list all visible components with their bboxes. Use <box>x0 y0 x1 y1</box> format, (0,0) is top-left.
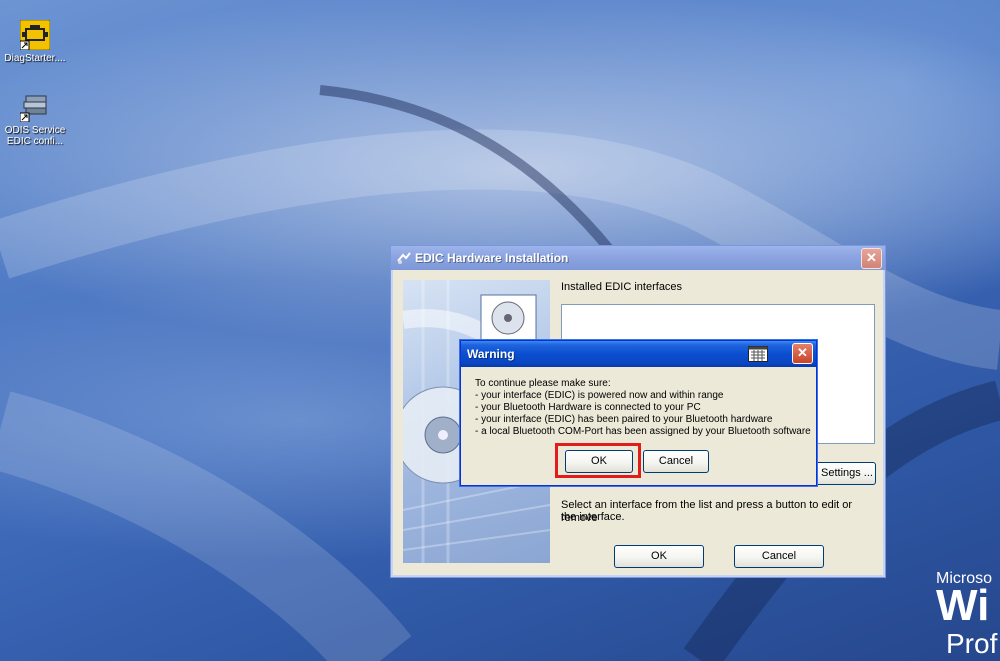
windows-branding-line3: Prof <box>946 628 998 659</box>
main-cancel-button[interactable]: Cancel <box>734 545 824 568</box>
warning-message-line: - a local Bluetooth COM-Port has been as… <box>475 426 811 437</box>
calendar-icon <box>748 346 768 362</box>
warning-message-line: - your interface (EDIC) is powered now a… <box>475 390 724 401</box>
diagstarter-label: DiagStarter.... <box>4 53 66 64</box>
diagstarter-icon <box>19 19 51 51</box>
windows-branding-line2: Wi <box>936 581 990 630</box>
app-icon <box>397 251 411 265</box>
odis-service-label-line1: ODIS Service <box>4 125 66 136</box>
warning-title: Warning <box>467 347 515 361</box>
main-titlebar[interactable]: EDIC Hardware Installation ✕ <box>391 246 885 270</box>
warning-message-line: - your Bluetooth Hardware is connected t… <box>475 402 701 413</box>
desktop-icon-odis-service[interactable]: ODIS Service EDIC confi... <box>0 92 70 147</box>
warning-ok-button[interactable]: OK <box>565 450 633 473</box>
installed-interfaces-label: Installed EDIC interfaces <box>561 281 683 293</box>
desktop-icon-diagstarter[interactable]: DiagStarter.... <box>0 19 70 64</box>
main-title: EDIC Hardware Installation <box>415 251 569 265</box>
warning-message-line: To continue please make sure: <box>475 378 611 389</box>
odis-service-icon <box>19 92 50 123</box>
warning-cancel-button[interactable]: Cancel <box>643 450 709 473</box>
warning-dialog: Warning ✕ To continue please make sure: … <box>460 340 817 486</box>
warning-message: To continue please make sure: - your int… <box>475 378 811 438</box>
main-close-button[interactable]: ✕ <box>861 248 882 269</box>
instructions-line2: the interface. <box>561 511 625 523</box>
warning-titlebar[interactable]: Warning ✕ <box>461 341 816 367</box>
warning-message-line: - your interface (EDIC) has been paired … <box>475 414 773 425</box>
warning-close-button[interactable]: ✕ <box>792 343 813 364</box>
odis-service-label-line2: EDIC confi... <box>6 136 64 147</box>
main-ok-button[interactable]: OK <box>614 545 704 568</box>
